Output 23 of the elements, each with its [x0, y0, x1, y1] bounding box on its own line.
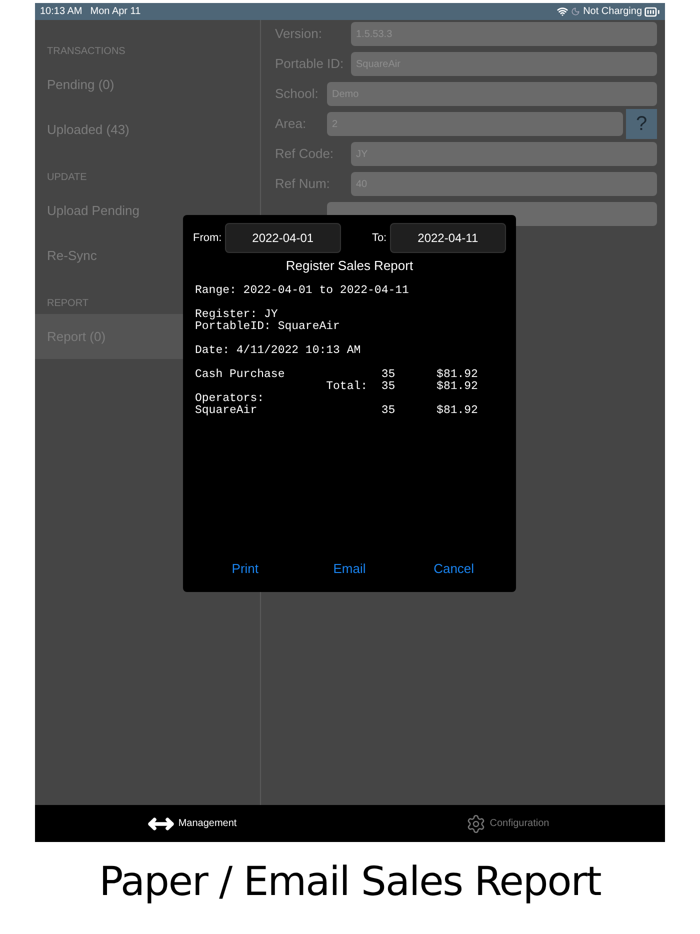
report-line: Operators:: [195, 392, 264, 404]
from-date-field[interactable]: 2022-04-01: [224, 223, 341, 253]
report-line: SquareAir 35 $81.92: [195, 404, 478, 416]
report-line: Cash Purchase 35 $81.92: [195, 368, 478, 380]
help-button[interactable]: ?: [626, 109, 657, 139]
caption: Paper / Email Sales Report: [99, 858, 601, 907]
battery-status: Not Charging: [583, 5, 642, 19]
status-date: Mon Apr 11: [90, 5, 141, 19]
dialog-button[interactable]: Cancel: [408, 558, 499, 578]
report-title: Register Sales Report: [284, 257, 414, 275]
gear-icon: [466, 814, 486, 834]
status-time: 10:13 AM: [40, 5, 82, 19]
from-label: From:: [193, 230, 223, 246]
dialog-button[interactable]: Email: [304, 558, 394, 578]
dialog-button[interactable]: Print: [200, 558, 290, 578]
to-label: To:: [372, 230, 388, 246]
to-date-field[interactable]: 2022-04-11: [390, 223, 506, 253]
report-line: Range: 2022-04-01 to 2022-04-11: [195, 284, 409, 296]
tab-item[interactable]: Configuration: [466, 814, 550, 834]
tab-item[interactable]: Management: [148, 810, 237, 836]
moon-icon: [571, 7, 580, 16]
report-line: Total: 35 $81.92: [325, 380, 478, 392]
wifi-icon: [557, 6, 568, 17]
